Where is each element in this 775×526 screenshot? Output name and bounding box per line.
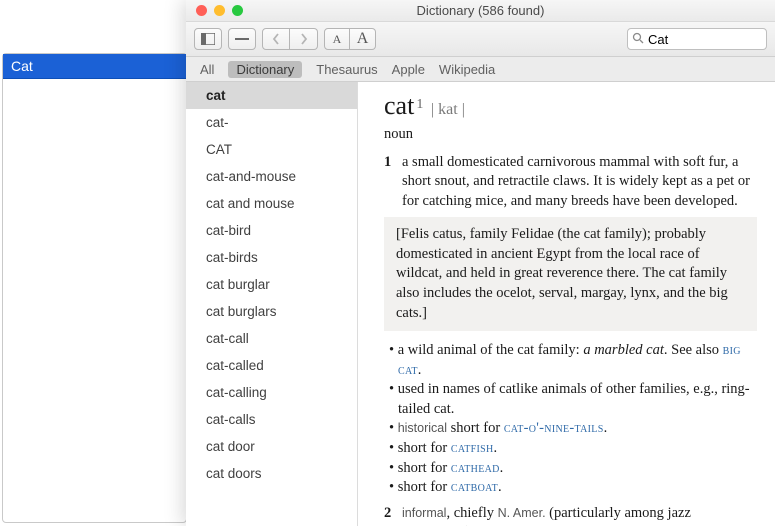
list-item[interactable]: cat-and-mouse	[186, 163, 357, 190]
list-item[interactable]: cat-call	[186, 325, 357, 352]
headword: cat	[384, 88, 414, 123]
increase-text-button[interactable]: A	[350, 28, 376, 50]
list-item[interactable]: cat	[186, 82, 357, 109]
xref-catboat[interactable]: catboat	[451, 479, 498, 495]
spotlight-panel: Cat	[2, 53, 187, 523]
tab-wikipedia[interactable]: Wikipedia	[439, 62, 495, 77]
subsense: short for catfish.	[384, 439, 757, 459]
list-item[interactable]: cat-birds	[186, 244, 357, 271]
definition-pane[interactable]: cat1 | kat | noun 1 a small domesticated…	[358, 82, 775, 526]
nav-buttons	[262, 28, 318, 50]
subsense: a wild animal of the cat family: a marbl…	[384, 341, 757, 380]
subsense: historical short for cat-o'-nine-tails.	[384, 419, 757, 439]
list-item[interactable]: cat burglar	[186, 271, 357, 298]
close-button[interactable]	[196, 5, 207, 16]
list-item[interactable]: cat and mouse	[186, 190, 357, 217]
source-tabs: All Dictionary Thesaurus Apple Wikipedia	[186, 57, 775, 82]
textsize-buttons: A A	[324, 28, 376, 50]
sense-number: 1	[384, 153, 396, 212]
headword-super: 1	[416, 97, 423, 112]
titlebar: Dictionary (586 found)	[186, 0, 775, 22]
spotlight-search-row[interactable]: Cat	[3, 54, 186, 79]
minimize-button[interactable]	[214, 5, 225, 16]
pronunciation: | kat |	[431, 101, 465, 118]
list-item[interactable]: CAT	[186, 136, 357, 163]
list-item[interactable]: cat burglars	[186, 298, 357, 325]
sense-1: 1 a small domesticated carnivorous mamma…	[384, 153, 757, 212]
decrease-text-button[interactable]: A	[324, 28, 350, 50]
back-button[interactable]	[262, 28, 290, 50]
subsense: used in names of catlike animals of othe…	[384, 380, 757, 419]
content-area: cat cat- CAT cat-and-mouse cat and mouse…	[186, 82, 775, 526]
sense-text: informal, chiefly N. Amer. (particularly…	[402, 504, 757, 526]
entry-list[interactable]: cat cat- CAT cat-and-mouse cat and mouse…	[186, 82, 358, 526]
taxonomy-note: [Felis catus, family Felidae (the cat fa…	[384, 217, 757, 331]
search-field[interactable]: ✕	[627, 28, 767, 50]
tab-apple[interactable]: Apple	[392, 62, 425, 77]
list-item[interactable]: cat door	[186, 433, 357, 460]
subsense: short for cathead.	[384, 459, 757, 479]
subsense: short for catboat.	[384, 478, 757, 498]
xref-catfish[interactable]: catfish	[451, 440, 494, 456]
xref-cat-o-nine-tails[interactable]: cat-o'-nine-tails	[504, 420, 604, 436]
tab-dictionary[interactable]: Dictionary	[228, 61, 302, 78]
snapback-button[interactable]	[228, 28, 256, 50]
list-item[interactable]: cat-	[186, 109, 357, 136]
search-input[interactable]	[648, 32, 775, 47]
xref-cathead[interactable]: cathead	[451, 460, 500, 476]
traffic-lights	[186, 5, 243, 16]
toolbar: A A ✕	[186, 22, 775, 57]
zoom-button[interactable]	[232, 5, 243, 16]
search-icon	[632, 32, 644, 47]
list-item[interactable]: cat-bird	[186, 217, 357, 244]
forward-button[interactable]	[290, 28, 318, 50]
tab-thesaurus[interactable]: Thesaurus	[316, 62, 377, 77]
sense-number: 2	[384, 504, 396, 526]
dictionary-window: Dictionary (586 found) A A ✕	[186, 0, 775, 526]
list-item[interactable]: cat doors	[186, 460, 357, 487]
sense-2: 2 informal, chiefly N. Amer. (particular…	[384, 504, 757, 526]
window-title: Dictionary (586 found)	[186, 3, 775, 18]
list-item[interactable]: cat-called	[186, 352, 357, 379]
tab-all[interactable]: All	[200, 62, 214, 77]
sidebar-toggle-button[interactable]	[194, 28, 222, 50]
list-item[interactable]: cat-calling	[186, 379, 357, 406]
part-of-speech: noun	[384, 125, 757, 145]
sense-text: a small domesticated carnivorous mammal …	[402, 153, 757, 212]
list-item[interactable]: cat-calls	[186, 406, 357, 433]
